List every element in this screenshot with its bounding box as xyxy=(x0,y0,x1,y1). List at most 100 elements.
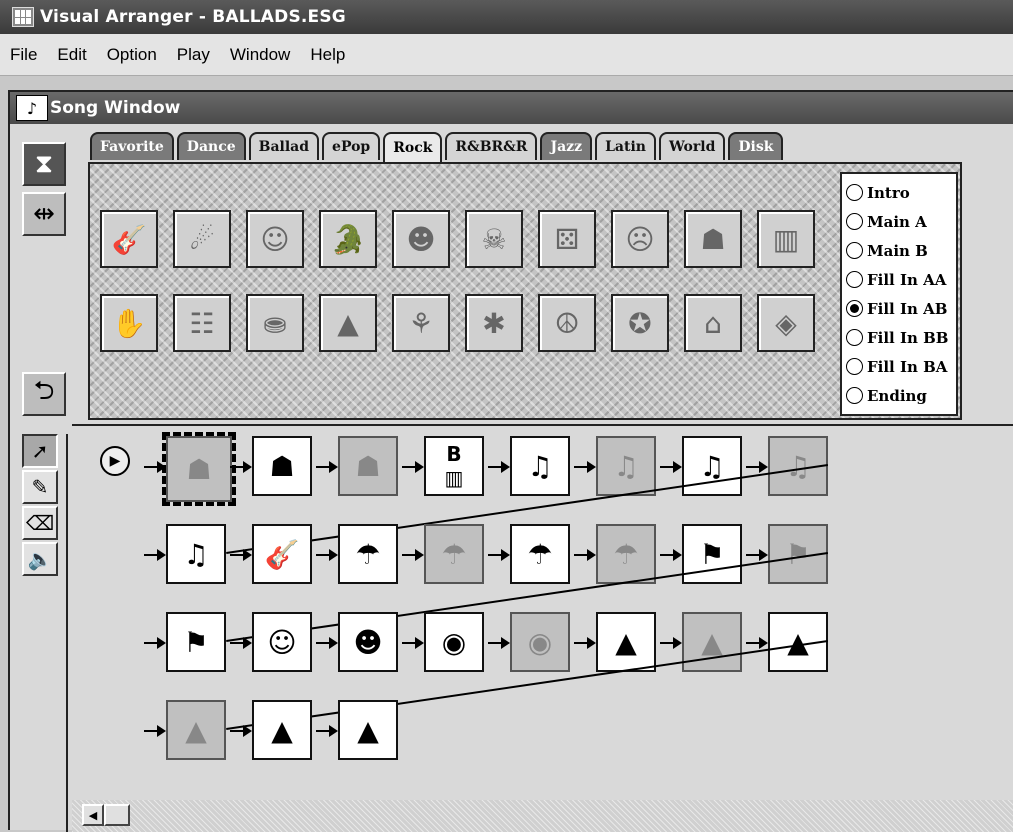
tab-epop[interactable]: ePop xyxy=(322,132,381,160)
skull-crossbones-icon[interactable]: ☠ xyxy=(465,210,523,268)
cookie-face-icon[interactable]: ☻ xyxy=(392,210,450,268)
section-fill-in-aa[interactable]: Fill In AA xyxy=(846,265,952,294)
boot-stage-block-icon[interactable]: ⚑ xyxy=(166,612,226,672)
star-eyes-icon[interactable]: ✪ xyxy=(611,294,669,352)
tab-rbrr[interactable]: R&BR&R xyxy=(445,132,538,160)
sunset-house-icon[interactable]: ⌂ xyxy=(684,294,742,352)
music-note-block-icon[interactable]: ♫ xyxy=(510,436,570,496)
peace-sign-icon[interactable]: ☮ xyxy=(538,294,596,352)
menu-file[interactable]: File xyxy=(10,45,37,65)
tab-dance[interactable]: Dance xyxy=(176,132,246,160)
boxy-face-icon[interactable]: ☗ xyxy=(684,210,742,268)
left-toolbar: ⧗ ⇹ ⮌ xyxy=(22,142,68,422)
face-6-4-block-icon[interactable]: ◉ xyxy=(510,612,570,672)
sequence-arrow xyxy=(402,461,424,473)
music-note-block-icon[interactable]: ♫ xyxy=(166,524,226,584)
timer-icon[interactable]: ⧗ xyxy=(22,142,66,186)
sequence-arrow xyxy=(660,637,682,649)
pencil-tool-icon[interactable]: ✎ xyxy=(22,470,58,504)
menu-edit[interactable]: Edit xyxy=(57,45,86,65)
spotlight-stage-icon[interactable]: ▲ xyxy=(319,294,377,352)
cactus-icon[interactable]: ⚘ xyxy=(392,294,450,352)
scroll-thumb[interactable] xyxy=(104,804,130,826)
menu-option[interactable]: Option xyxy=(107,45,157,65)
face-6-4-block-icon[interactable]: ◉ xyxy=(424,612,484,672)
hooded-figure-block-icon[interactable]: ☗ xyxy=(338,436,398,496)
hooded-figure-block-icon[interactable]: ☗ xyxy=(162,432,236,506)
pyramid-face-block-icon[interactable]: ▲ xyxy=(596,612,656,672)
hat-head-block-icon[interactable]: ☂ xyxy=(424,524,484,584)
style-grid: 🎸 ☄ ☺ 🐊 ☻ ☠ ⚄ ☹ ☗ ▥ ✋ ☷ ⛂ ▲ ⚘ ✱ ☮ ✪ ⌂ ◈ xyxy=(100,210,815,352)
section-intro[interactable]: Intro xyxy=(846,178,952,207)
section-main-a[interactable]: Main A xyxy=(846,207,952,236)
sequence-arrow xyxy=(488,637,510,649)
radio-button[interactable] xyxy=(846,213,863,230)
dice-icon[interactable]: ⚄ xyxy=(538,210,596,268)
song-window-icon: ♪ xyxy=(16,95,48,121)
menu-play[interactable]: Play xyxy=(177,45,210,65)
tab-jazz[interactable]: Jazz xyxy=(540,132,593,160)
tab-disk[interactable]: Disk xyxy=(728,132,784,160)
scroll-left-icon[interactable]: ◀ xyxy=(82,804,104,826)
radio-button[interactable] xyxy=(846,242,863,259)
mask-face-icon[interactable]: ☹ xyxy=(611,210,669,268)
style-tabs: Favorite Dance Ballad ePop Rock R&BR&R J… xyxy=(90,132,786,162)
spotted-face-block-icon[interactable]: ☻ xyxy=(338,612,398,672)
section-fill-in-bb[interactable]: Fill In BB xyxy=(846,323,952,352)
radio-button[interactable] xyxy=(846,184,863,201)
menu-help[interactable]: Help xyxy=(310,45,345,65)
hat-head-block-icon[interactable]: ☂ xyxy=(338,524,398,584)
pyramid-face-block-icon[interactable]: ▲ xyxy=(252,700,312,760)
section-ending[interactable]: Ending xyxy=(846,381,952,410)
sequence-arrow xyxy=(230,637,252,649)
tab-rock[interactable]: Rock xyxy=(383,132,443,162)
horizontal-scrollbar[interactable]: ◀ xyxy=(72,800,1013,832)
tab-world[interactable]: World xyxy=(658,132,726,160)
hooded-figure-block-icon[interactable]: ☗ xyxy=(252,436,312,496)
pyramid-face-block-icon[interactable]: ▲ xyxy=(338,700,398,760)
split-tool-icon[interactable]: ⇹ xyxy=(22,192,66,236)
union-jack-icon[interactable]: ✱ xyxy=(465,294,523,352)
radio-button-selected[interactable] xyxy=(846,300,863,317)
robot-face-icon[interactable]: ☺ xyxy=(246,210,304,268)
dancing-hand-icon[interactable]: ✋ xyxy=(100,294,158,352)
eraser-tool-icon[interactable]: ⌫ xyxy=(22,506,58,540)
return-arrow-icon[interactable]: ⮌ xyxy=(22,372,66,416)
sequence-arrow xyxy=(574,637,596,649)
hat-head-block-icon[interactable]: ☂ xyxy=(596,524,656,584)
style-palette: 🎸 ☄ ☺ 🐊 ☻ ☠ ⚄ ☹ ☗ ▥ ✋ ☷ ⛂ ▲ ⚘ ✱ ☮ ✪ ⌂ ◈ … xyxy=(88,162,962,420)
tab-favorite[interactable]: Favorite xyxy=(90,132,174,160)
sequence-arrow xyxy=(660,549,682,561)
radio-button[interactable] xyxy=(846,358,863,375)
boot-stage-block-icon[interactable]: ⚑ xyxy=(682,524,742,584)
sequence-arrow xyxy=(746,461,768,473)
city-skyline-icon[interactable]: ▥ xyxy=(757,210,815,268)
crocodile-icon[interactable]: 🐊 xyxy=(319,210,377,268)
hat-head-block-icon[interactable]: ☂ xyxy=(510,524,570,584)
section-fill-in-ab[interactable]: Fill In AB xyxy=(846,294,952,323)
music-note-block-icon[interactable]: ♫ xyxy=(682,436,742,496)
tab-latin[interactable]: Latin xyxy=(595,132,656,160)
pointer-tool-icon[interactable]: ➚ xyxy=(22,434,58,468)
pyramid-face-block-icon[interactable]: ▲ xyxy=(166,700,226,760)
radio-button[interactable] xyxy=(846,271,863,288)
section-main-b[interactable]: Main B xyxy=(846,236,952,265)
fireball-icon[interactable]: ☄ xyxy=(173,210,231,268)
radio-button[interactable] xyxy=(846,387,863,404)
tab-ballad[interactable]: Ballad xyxy=(248,132,320,160)
three-faces-icon[interactable]: ☷ xyxy=(173,294,231,352)
keyboard-b-block-icon[interactable]: B ▥ xyxy=(424,436,484,496)
music-note-block-icon[interactable]: ♫ xyxy=(596,436,656,496)
radio-button[interactable] xyxy=(846,329,863,346)
arrangement-area[interactable]: ▶ ☗ ☗ ☗ B ▥ ♫ ♫ ♫ ♫ ♫ 🎸 ☂ ☂ ☂ ☂ ⚑ ⚑ ⚑ ☺ ☻ ◉ ◉ ▲ ▲ ▲ ▲ ▲ ▲ xyxy=(72,424,1013,798)
diamond-6-4-icon[interactable]: ◈ xyxy=(757,294,815,352)
guitarist-icon[interactable]: 🎸 xyxy=(100,210,158,268)
cowboy-icon[interactable]: ⛂ xyxy=(246,294,304,352)
guitar-player-block-icon[interactable]: 🎸 xyxy=(252,524,312,584)
menu-window[interactable]: Window xyxy=(230,45,290,65)
play-button-icon[interactable]: ▶ xyxy=(100,446,130,476)
pyramid-face-block-icon[interactable]: ▲ xyxy=(682,612,742,672)
girl-face-block-icon[interactable]: ☺ xyxy=(252,612,312,672)
section-fill-in-ba[interactable]: Fill In BA xyxy=(846,352,952,381)
speaker-tool-icon[interactable]: 🔈 xyxy=(22,542,58,576)
